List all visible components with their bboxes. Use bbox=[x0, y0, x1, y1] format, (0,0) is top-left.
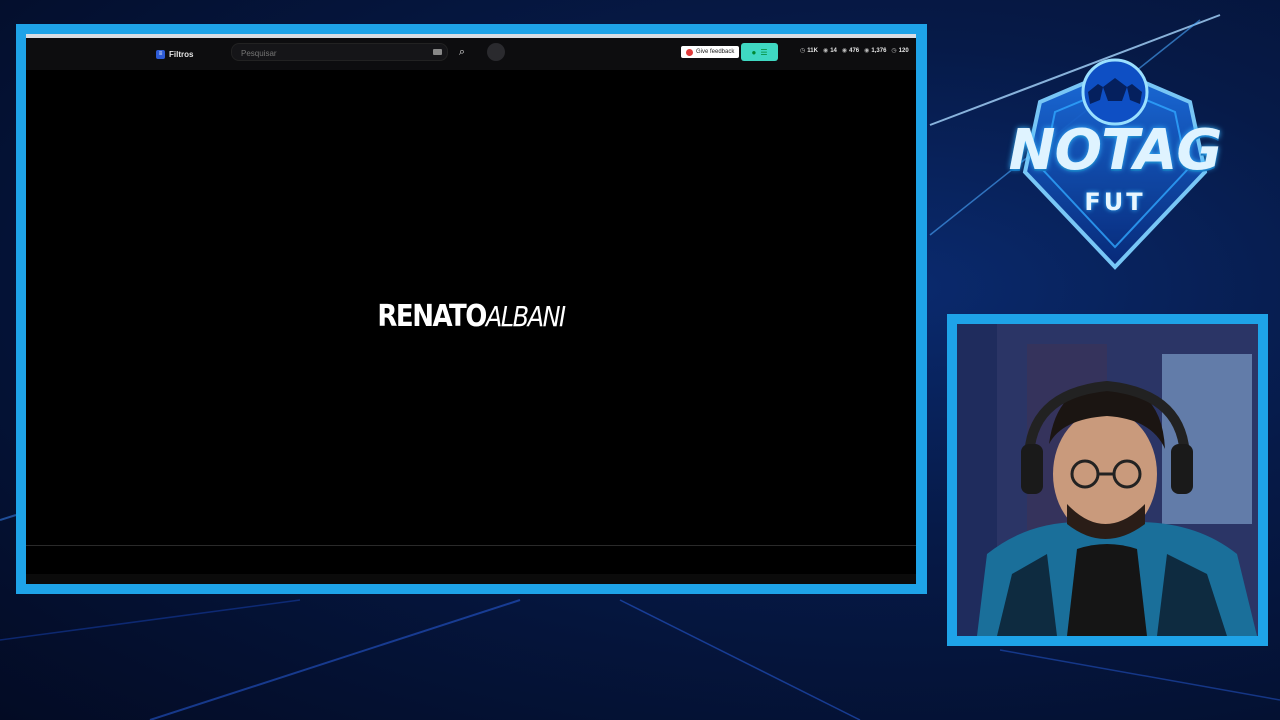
search-input[interactable] bbox=[239, 45, 423, 61]
shared-screen: ≡ Filtros ⌕ Give feedback ● ☰ ◷11K ◉14 ◉… bbox=[26, 34, 916, 584]
stat-item: ◉ 14 bbox=[822, 48, 837, 54]
give-feedback-button[interactable]: Give feedback bbox=[681, 46, 740, 58]
feedback-label: Give feedback bbox=[696, 49, 735, 55]
avatar[interactable] bbox=[487, 43, 505, 61]
brand-second: ALBANI bbox=[485, 300, 566, 334]
search-icon[interactable]: ⌕ bbox=[454, 44, 470, 60]
search-bar bbox=[231, 43, 448, 61]
webcam-feed bbox=[957, 324, 1258, 636]
chat-icon: ● bbox=[751, 47, 757, 57]
screen-bottom-strip bbox=[26, 574, 916, 584]
eye-icon: ◉ bbox=[822, 48, 829, 54]
clock-icon: ◷ bbox=[800, 48, 806, 54]
brand-first: RENATO bbox=[377, 299, 487, 335]
eye-icon: ◉ bbox=[841, 48, 848, 54]
stat-item: ◷ 120 bbox=[891, 48, 909, 54]
stat-item: ◉ 1,376 bbox=[864, 48, 887, 54]
menu-icon: ☰ bbox=[760, 47, 768, 57]
keyboard-icon bbox=[433, 49, 442, 55]
site-toolbar: ≡ Filtros ⌕ Give feedback ● ☰ ◷11K ◉14 ◉… bbox=[26, 34, 916, 70]
stat-item: ◉ 476 bbox=[841, 48, 860, 54]
video-progress-line[interactable] bbox=[26, 545, 916, 546]
stats-bar: ◷ 11K ◉ 14 ◉ 476 ◉ 1,376 ◷ 120 bbox=[800, 47, 909, 54]
filter-icon: ≡ bbox=[156, 49, 165, 59]
webcam-person-image bbox=[957, 324, 1258, 636]
eye-icon: ◉ bbox=[864, 48, 870, 54]
filters-button[interactable]: ≡ Filtros bbox=[156, 46, 193, 62]
video-brand-title: RENATOALBANI bbox=[26, 300, 916, 335]
filters-label: Filtros bbox=[169, 49, 194, 59]
chat-menu-button[interactable]: ● ☰ bbox=[741, 43, 778, 61]
webcam-frame bbox=[947, 314, 1268, 646]
clock-icon: ◷ bbox=[891, 48, 897, 54]
stat-item: ◷ 11K bbox=[800, 48, 818, 54]
feedback-icon bbox=[686, 48, 693, 56]
logo-subtitle: FUT bbox=[1084, 188, 1146, 216]
shared-screen-frame: ≡ Filtros ⌕ Give feedback ● ☰ ◷11K ◉14 ◉… bbox=[16, 24, 927, 594]
logo-title: NOTAG bbox=[1008, 118, 1223, 183]
